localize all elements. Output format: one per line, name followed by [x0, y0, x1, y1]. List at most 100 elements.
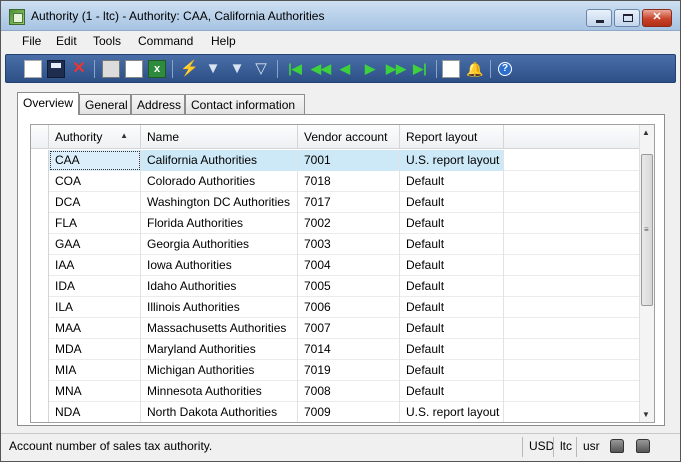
table-row[interactable]: ILA Illinois Authorities 7006 Default: [31, 297, 641, 318]
row-selector[interactable]: [31, 234, 49, 255]
next-page-icon[interactable]: ▶▶: [386, 60, 406, 78]
tab-general[interactable]: General: [79, 94, 131, 114]
maximize-button[interactable]: [614, 9, 640, 27]
menu-file[interactable]: File: [22, 34, 41, 48]
row-selector[interactable]: [31, 192, 49, 213]
report-layout-cell[interactable]: Default: [400, 381, 504, 402]
authority-cell[interactable]: MAA: [49, 318, 141, 339]
status-user[interactable]: usr: [576, 437, 600, 457]
help-icon[interactable]: ?: [498, 62, 512, 76]
report-layout-cell[interactable]: Default: [400, 234, 504, 255]
previous-page-icon[interactable]: ◀◀: [311, 60, 331, 78]
row-selector[interactable]: [31, 360, 49, 381]
name-cell[interactable]: Massachusetts Authorities: [141, 318, 298, 339]
report-layout-cell[interactable]: U.S. report layout: [400, 402, 504, 422]
name-cell[interactable]: Florida Authorities: [141, 213, 298, 234]
authority-cell[interactable]: IDA: [49, 276, 141, 297]
row-selector[interactable]: [31, 213, 49, 234]
authority-cell[interactable]: MNA: [49, 381, 141, 402]
next-record-icon[interactable]: ▶: [361, 60, 379, 78]
document-handling-icon[interactable]: [442, 60, 460, 78]
vendor-account-cell[interactable]: 7003: [298, 234, 400, 255]
report-layout-cell[interactable]: Default: [400, 339, 504, 360]
delete-icon[interactable]: ✕: [70, 60, 88, 78]
remove-filter-icon[interactable]: ▽: [252, 60, 270, 78]
authority-cell[interactable]: CAA: [49, 150, 141, 171]
authority-cell[interactable]: FLA: [49, 213, 141, 234]
report-layout-cell[interactable]: U.S. report layout: [400, 150, 504, 171]
name-cell[interactable]: Georgia Authorities: [141, 234, 298, 255]
table-row[interactable]: GAA Georgia Authorities 7003 Default: [31, 234, 641, 255]
vendor-account-cell[interactable]: 7005: [298, 276, 400, 297]
vendor-account-cell[interactable]: 7006: [298, 297, 400, 318]
authority-cell[interactable]: DCA: [49, 192, 141, 213]
column-header-name[interactable]: Name: [141, 125, 298, 149]
menu-help[interactable]: Help: [211, 34, 236, 48]
table-row[interactable]: MIA Michigan Authorities 7019 Default: [31, 360, 641, 381]
filter-icon[interactable]: ▼: [204, 60, 222, 78]
row-selector[interactable]: [31, 402, 49, 422]
report-layout-cell[interactable]: Default: [400, 276, 504, 297]
scroll-down-icon[interactable]: ▼: [642, 410, 650, 419]
table-row[interactable]: MAA Massachusetts Authorities 7007 Defau…: [31, 318, 641, 339]
column-header-vendor-account[interactable]: Vendor account: [298, 125, 400, 149]
tab-address[interactable]: Address: [131, 94, 185, 114]
vendor-account-cell[interactable]: 7008: [298, 381, 400, 402]
scroll-up-icon[interactable]: ▲: [642, 128, 650, 137]
report-layout-cell[interactable]: Default: [400, 255, 504, 276]
row-selector[interactable]: [31, 339, 49, 360]
name-cell[interactable]: Illinois Authorities: [141, 297, 298, 318]
scrollbar-thumb[interactable]: ≡: [641, 154, 653, 306]
report-layout-cell[interactable]: Default: [400, 171, 504, 192]
report-layout-cell[interactable]: Default: [400, 192, 504, 213]
name-cell[interactable]: Washington DC Authorities: [141, 192, 298, 213]
database-icon[interactable]: [636, 439, 650, 453]
vendor-account-cell[interactable]: 7014: [298, 339, 400, 360]
table-row[interactable]: NDA North Dakota Authorities 7009 U.S. r…: [31, 402, 641, 422]
vendor-account-cell[interactable]: 7002: [298, 213, 400, 234]
row-selector[interactable]: [31, 297, 49, 318]
authority-cell[interactable]: IAA: [49, 255, 141, 276]
vendor-account-cell[interactable]: 7009: [298, 402, 400, 422]
menu-edit[interactable]: Edit: [56, 34, 77, 48]
minimize-button[interactable]: [586, 9, 612, 27]
vertical-scrollbar[interactable]: ▲ ≡ ▼: [639, 125, 654, 422]
table-row[interactable]: IAA Iowa Authorities 7004 Default: [31, 255, 641, 276]
first-record-icon[interactable]: |◀: [286, 60, 304, 78]
name-cell[interactable]: Iowa Authorities: [141, 255, 298, 276]
name-cell[interactable]: California Authorities: [141, 150, 298, 171]
vendor-account-cell[interactable]: 7007: [298, 318, 400, 339]
authority-cell[interactable]: GAA: [49, 234, 141, 255]
print-preview-icon[interactable]: [125, 60, 143, 78]
filter-by-selection-icon[interactable]: ⚡: [180, 60, 199, 78]
advanced-filter-icon[interactable]: ▼: [228, 60, 246, 78]
export-excel-icon[interactable]: x: [148, 60, 166, 78]
authority-cell[interactable]: MDA: [49, 339, 141, 360]
report-layout-cell[interactable]: Default: [400, 297, 504, 318]
close-button[interactable]: ✕: [642, 9, 672, 27]
vendor-account-cell[interactable]: 7018: [298, 171, 400, 192]
session-icon[interactable]: [610, 439, 624, 453]
report-layout-cell[interactable]: Default: [400, 360, 504, 381]
tab-contact-information[interactable]: Contact information: [185, 94, 305, 114]
alert-icon[interactable]: 🔔: [466, 60, 484, 78]
row-selector[interactable]: [31, 150, 49, 171]
name-cell[interactable]: Minnesota Authorities: [141, 381, 298, 402]
column-header-report-layout[interactable]: Report layout: [400, 125, 504, 149]
name-cell[interactable]: Michigan Authorities: [141, 360, 298, 381]
tab-overview[interactable]: Overview: [17, 92, 79, 115]
vendor-account-cell[interactable]: 7019: [298, 360, 400, 381]
table-row[interactable]: MDA Maryland Authorities 7014 Default: [31, 339, 641, 360]
table-row[interactable]: COA Colorado Authorities 7018 Default: [31, 171, 641, 192]
name-cell[interactable]: North Dakota Authorities: [141, 402, 298, 422]
report-layout-cell[interactable]: Default: [400, 318, 504, 339]
table-row[interactable]: CAA California Authorities 7001 U.S. rep…: [31, 150, 641, 171]
name-cell[interactable]: Maryland Authorities: [141, 339, 298, 360]
status-currency[interactable]: USD: [522, 437, 554, 457]
menu-tools[interactable]: Tools: [93, 34, 121, 48]
authority-cell[interactable]: NDA: [49, 402, 141, 422]
status-company[interactable]: ltc: [553, 437, 572, 457]
table-row[interactable]: FLA Florida Authorities 7002 Default: [31, 213, 641, 234]
name-cell[interactable]: Idaho Authorities: [141, 276, 298, 297]
table-row[interactable]: MNA Minnesota Authorities 7008 Default: [31, 381, 641, 402]
